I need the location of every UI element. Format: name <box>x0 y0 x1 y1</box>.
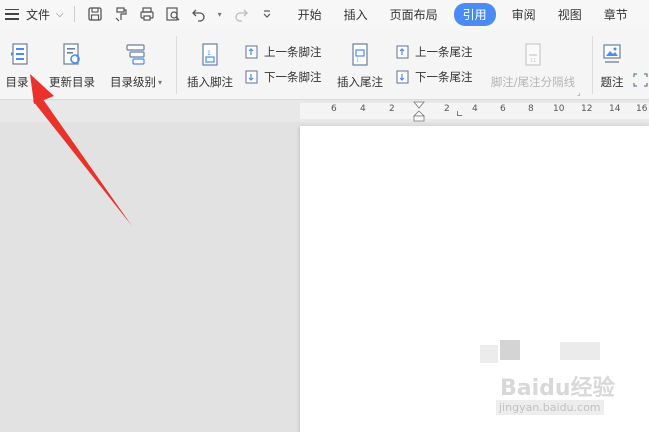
toc-level-icon <box>106 36 166 68</box>
redo-icon[interactable] <box>229 2 253 26</box>
prev-footnote-label: 上一条脚注 <box>264 45 322 59</box>
dialog-launcher-icon[interactable]: ⌟ <box>577 88 581 97</box>
ruler-tick: 4 <box>472 104 478 114</box>
caption-icon <box>597 36 627 68</box>
toc-button[interactable]: 目录 ▾ <box>3 36 37 90</box>
next-footnote-icon <box>245 70 258 84</box>
cross-reference-icon[interactable] <box>632 72 649 91</box>
insert-endnote-icon: i <box>334 36 386 68</box>
undo-icon[interactable] <box>187 2 211 26</box>
prev-endnote-button[interactable]: 上一条尾注 <box>394 42 473 62</box>
caption-button[interactable]: 题注 <box>597 36 627 90</box>
ribbon-group-divider <box>592 36 593 94</box>
menu-bar: 文件 ⌵ ▾ 开始 插入 页面布局 引用 审阅 视图 章节 <box>0 0 649 28</box>
file-menu-button[interactable]: 文件 ⌵ <box>0 0 64 28</box>
next-endnote-label: 下一条尾注 <box>415 70 473 84</box>
chevron-down-icon: ⌵ <box>56 8 64 20</box>
toc-dropdown-icon: ▾ <box>30 78 35 87</box>
undo-dropdown-icon[interactable]: ▾ <box>213 2 227 26</box>
prev-footnote-button[interactable]: 上一条脚注 <box>243 42 322 62</box>
next-footnote-button[interactable]: 下一条脚注 <box>243 67 322 87</box>
ribbon-tabs: 开始 插入 页面布局 引用 审阅 视图 章节 <box>287 0 639 28</box>
caption-label: 题注 <box>600 75 624 89</box>
svg-text:1: 1 <box>207 50 211 57</box>
update-toc-label: 更新目录 <box>49 75 95 89</box>
insert-endnote-label: 插入尾注 <box>337 75 383 89</box>
next-footnote-label: 下一条脚注 <box>264 70 322 84</box>
watermark-blur <box>560 342 600 360</box>
watermark-blur <box>480 345 498 363</box>
watermark-blur <box>500 340 520 360</box>
insert-footnote-icon: 1 <box>184 36 236 68</box>
tab-review[interactable]: 审阅 <box>512 3 536 26</box>
indent-marker-icon[interactable] <box>413 101 425 122</box>
ruler-tick: 2 <box>444 104 450 114</box>
prev-footnote-icon <box>245 45 258 59</box>
tab-insert[interactable]: 插入 <box>344 3 368 26</box>
print-icon[interactable] <box>135 2 159 26</box>
insert-footnote-label: 插入脚注 <box>187 75 233 89</box>
next-endnote-button[interactable]: 下一条尾注 <box>394 67 473 87</box>
ruler-tick: 6 <box>331 104 337 114</box>
toolbar-divider <box>73 6 75 22</box>
word-processor-window: 文件 ⌵ ▾ 开始 插入 页面布局 引用 审阅 视图 章节 目录 ▾ 更新目录 … <box>0 0 649 432</box>
hamburger-icon <box>5 8 19 20</box>
ruler-tick: 2 <box>389 104 395 114</box>
tab-section[interactable]: 章节 <box>604 3 628 26</box>
toc-level-button[interactable]: 目录级别 ▾ <box>106 36 166 90</box>
svg-text:11: 11 <box>530 58 536 64</box>
toc-icon <box>3 36 37 68</box>
toc-level-dropdown-icon: ▾ <box>157 78 162 87</box>
tab-stop-icon[interactable]: ∟ <box>456 110 464 120</box>
update-toc-icon <box>46 36 98 68</box>
ribbon-group-divider <box>176 36 177 94</box>
ruler-tick: 6 <box>500 104 506 114</box>
ruler-tick: 8 <box>528 104 534 114</box>
next-endnote-icon <box>396 70 409 84</box>
tab-page-layout[interactable]: 页面布局 <box>390 3 438 26</box>
quick-access-toolbar: ▾ <box>72 0 279 28</box>
save-icon[interactable] <box>83 2 107 26</box>
ruler-tick: 12 <box>581 104 593 114</box>
horizontal-ruler[interactable]: 6 4 2 2 4 6 8 10 12 14 16 ∟ <box>0 100 649 122</box>
ruler-tick: 16 <box>636 104 648 114</box>
ruler-tick: 4 <box>360 104 366 114</box>
update-toc-button[interactable]: 更新目录 <box>46 36 98 90</box>
references-ribbon: 目录 ▾ 更新目录 目录级别 ▾ 1 插入脚注 上一条脚注 下一条脚注 i 插入… <box>0 28 649 100</box>
toc-label: 目录 <box>5 75 29 89</box>
format-painter-icon[interactable] <box>109 2 133 26</box>
tab-view[interactable]: 视图 <box>558 3 582 26</box>
prev-endnote-label: 上一条尾注 <box>415 45 473 59</box>
print-preview-icon[interactable] <box>161 2 185 26</box>
footnote-separator-button[interactable]: 11 脚注/尾注分隔线 <box>487 36 579 90</box>
customize-toolbar-icon[interactable] <box>255 2 279 26</box>
footnote-separator-icon: 11 <box>487 36 579 68</box>
tab-home[interactable]: 开始 <box>298 3 322 26</box>
insert-endnote-button[interactable]: i 插入尾注 <box>334 36 386 90</box>
footnote-separator-label: 脚注/尾注分隔线 <box>490 75 576 89</box>
prev-endnote-icon <box>396 45 409 59</box>
ruler-tick: 14 <box>609 104 621 114</box>
watermark-brand: Baidu经验 <box>500 376 615 401</box>
watermark-url: jingyan.baidu.com <box>496 400 604 415</box>
toc-level-label: 目录级别 <box>109 75 156 89</box>
ruler-tick: 10 <box>553 104 565 114</box>
file-menu-label: 文件 <box>26 7 51 22</box>
insert-footnote-button[interactable]: 1 插入脚注 <box>184 36 236 90</box>
tab-references[interactable]: 引用 <box>453 2 496 26</box>
